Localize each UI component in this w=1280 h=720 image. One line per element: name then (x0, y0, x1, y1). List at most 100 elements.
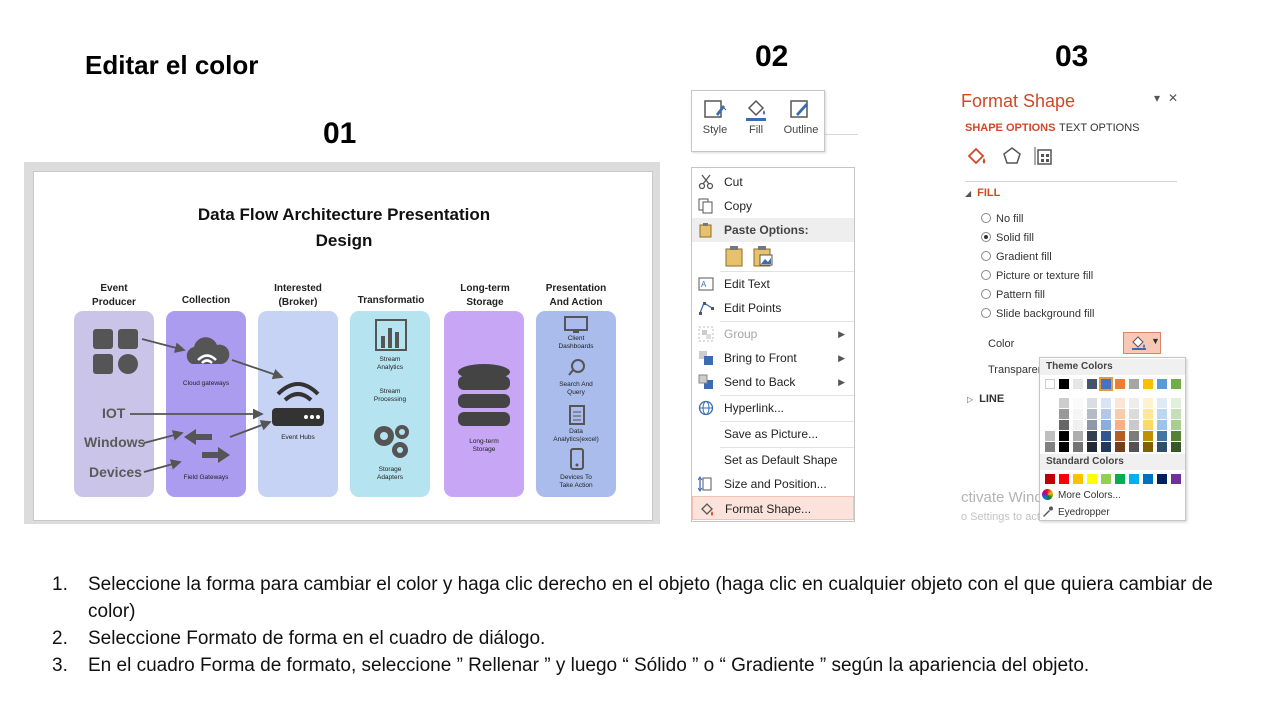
standard-color-swatch[interactable] (1045, 474, 1055, 484)
color-swatch[interactable] (1143, 379, 1153, 389)
pane-options-dropdown-icon[interactable]: ▾ (1154, 91, 1160, 105)
color-swatch[interactable] (1143, 431, 1153, 441)
color-swatch[interactable] (1157, 431, 1167, 441)
color-swatch[interactable] (1171, 442, 1181, 452)
menu-item-cut[interactable]: Cut (692, 170, 854, 194)
color-swatch[interactable] (1129, 420, 1139, 430)
color-swatch[interactable] (1115, 442, 1125, 452)
radio-button[interactable] (981, 289, 991, 299)
color-swatch[interactable] (1045, 442, 1055, 452)
color-swatch[interactable] (1115, 420, 1125, 430)
color-swatch[interactable] (1073, 431, 1083, 441)
radio-button[interactable] (981, 270, 991, 280)
color-swatch[interactable] (1157, 409, 1167, 419)
color-swatch[interactable] (1129, 442, 1139, 452)
color-swatch[interactable] (1073, 409, 1083, 419)
fill-section-header[interactable]: ◢ FILL (965, 187, 1000, 199)
color-swatch[interactable] (1115, 398, 1125, 408)
color-swatch[interactable] (1171, 409, 1181, 419)
color-swatch[interactable] (1073, 442, 1083, 452)
standard-color-swatch[interactable] (1143, 474, 1153, 484)
standard-color-swatch[interactable] (1087, 474, 1097, 484)
color-swatch[interactable] (1059, 398, 1069, 408)
color-swatch[interactable] (1045, 431, 1055, 441)
menu-item-save-as-picture[interactable]: Save as Picture... (692, 422, 854, 446)
radio-button[interactable] (981, 251, 991, 261)
menu-item-hyperlink[interactable]: Hyperlink... (692, 396, 854, 420)
color-swatch[interactable] (1171, 379, 1181, 389)
color-swatch[interactable] (1157, 442, 1167, 452)
menu-item-bring-to-front[interactable]: Bring to Front ▶ (692, 346, 854, 370)
color-swatch[interactable] (1087, 431, 1097, 441)
menu-item-group[interactable]: Group ▶ (692, 322, 854, 346)
standard-color-swatch[interactable] (1073, 474, 1083, 484)
standard-color-swatch[interactable] (1157, 474, 1167, 484)
radio-solid-fill[interactable]: Solid fill (981, 230, 1034, 246)
radio-picture-fill[interactable]: Picture or texture fill (981, 268, 1093, 284)
tab-shape-options[interactable]: SHAPE OPTIONS (965, 122, 1055, 134)
close-icon[interactable]: ✕ (1168, 91, 1178, 105)
color-swatch[interactable] (1087, 420, 1097, 430)
color-swatch[interactable] (1087, 398, 1097, 408)
color-swatch[interactable] (1101, 442, 1111, 452)
standard-color-swatch[interactable] (1115, 474, 1125, 484)
color-swatch[interactable] (1115, 431, 1125, 441)
menu-item-edit-text[interactable]: A Edit Text (692, 272, 854, 296)
eyedropper-item[interactable]: Eyedropper (1042, 506, 1110, 518)
color-swatch[interactable] (1101, 431, 1111, 441)
fill-line-icon[interactable] (965, 145, 987, 167)
radio-slide-background-fill[interactable]: Slide background fill (981, 306, 1094, 322)
menu-item-size-position[interactable]: Size and Position... (692, 472, 854, 496)
color-swatch[interactable] (1143, 442, 1153, 452)
color-swatch[interactable] (1129, 431, 1139, 441)
color-swatch[interactable] (1101, 420, 1111, 430)
standard-color-swatch[interactable] (1101, 474, 1111, 484)
radio-gradient-fill[interactable]: Gradient fill (981, 249, 1052, 265)
fill-color-button[interactable]: ▼ (1123, 332, 1161, 354)
color-swatch[interactable] (1087, 379, 1097, 389)
color-swatch[interactable] (1171, 420, 1181, 430)
more-colors-item[interactable]: More Colors... (1042, 489, 1121, 501)
color-swatch[interactable] (1059, 379, 1069, 389)
color-swatch[interactable] (1045, 379, 1055, 389)
fill-button[interactable]: Fill (736, 94, 776, 150)
effects-pentagon-icon[interactable] (1001, 145, 1023, 167)
color-swatch[interactable] (1115, 379, 1125, 389)
color-swatch[interactable] (1059, 442, 1069, 452)
color-swatch[interactable] (1143, 409, 1153, 419)
color-swatch[interactable] (1087, 409, 1097, 419)
color-swatch[interactable] (1059, 409, 1069, 419)
color-swatch[interactable] (1073, 420, 1083, 430)
radio-no-fill[interactable]: No fill (981, 211, 1024, 227)
color-swatch[interactable] (1115, 409, 1125, 419)
paste-keep-formatting-icon[interactable] (724, 245, 746, 267)
color-swatch[interactable] (1129, 398, 1139, 408)
color-swatch[interactable] (1059, 431, 1069, 441)
menu-item-edit-points[interactable]: Edit Points (692, 296, 854, 320)
color-swatch[interactable] (1099, 377, 1113, 391)
color-swatch[interactable] (1045, 420, 1055, 430)
color-swatch[interactable] (1157, 379, 1167, 389)
paste-picture-icon[interactable] (752, 245, 774, 267)
size-properties-icon[interactable] (1033, 145, 1055, 167)
menu-item-send-to-back[interactable]: Send to Back ▶ (692, 370, 854, 394)
color-swatch[interactable] (1073, 379, 1083, 389)
color-swatch[interactable] (1045, 398, 1055, 408)
standard-color-swatch[interactable] (1171, 474, 1181, 484)
color-swatch[interactable] (1087, 442, 1097, 452)
radio-pattern-fill[interactable]: Pattern fill (981, 287, 1045, 303)
color-swatch[interactable] (1171, 398, 1181, 408)
color-swatch[interactable] (1143, 398, 1153, 408)
standard-color-swatch[interactable] (1129, 474, 1139, 484)
menu-item-format-shape[interactable]: Format Shape... (692, 496, 854, 520)
radio-button[interactable] (981, 308, 991, 318)
outline-button[interactable]: Outline (778, 94, 824, 150)
color-swatch[interactable] (1059, 420, 1069, 430)
menu-item-copy[interactable]: Copy (692, 194, 854, 218)
color-swatch[interactable] (1157, 420, 1167, 430)
color-swatch[interactable] (1157, 398, 1167, 408)
color-swatch[interactable] (1143, 420, 1153, 430)
line-section-header[interactable]: ▷ LINE (967, 393, 1004, 405)
color-swatch[interactable] (1129, 379, 1139, 389)
radio-button[interactable] (981, 213, 991, 223)
